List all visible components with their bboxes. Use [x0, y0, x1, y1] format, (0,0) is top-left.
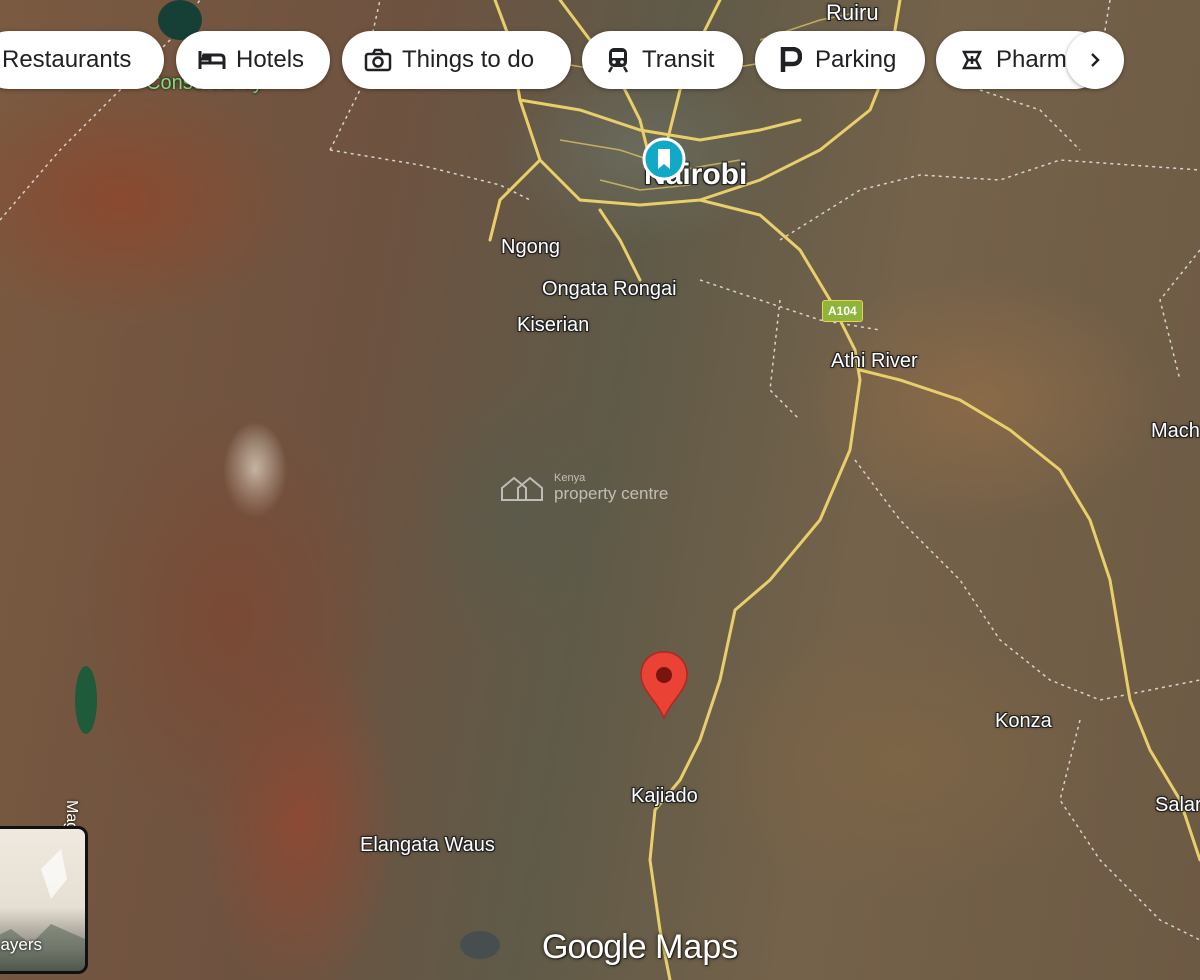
place-label-athi-river: Athi River	[831, 350, 918, 372]
chip-label-pharmacy: Pharm	[996, 46, 1067, 73]
chip-label-restaurants: Restaurants	[2, 46, 132, 73]
map-pin-icon	[640, 651, 688, 721]
chip-label-transit: Transit	[642, 46, 715, 73]
road-shield-a104: A104	[822, 300, 863, 322]
chip-label-hotels: Hotels	[236, 46, 305, 73]
brand-google: Google	[542, 928, 647, 966]
place-label-ruiru: Ruiru	[826, 0, 879, 25]
google-maps-logo: Google Maps	[542, 928, 738, 967]
chip-restaurants[interactable]: Restaurants	[0, 31, 164, 89]
watermark-big: property centre	[554, 484, 669, 503]
chip-things-to-do[interactable]: Things to do	[342, 31, 571, 89]
chevron-right-icon	[1091, 53, 1100, 67]
chip-parking[interactable]: Parking	[755, 31, 925, 89]
house-icon	[501, 476, 543, 501]
chip-label-parking: Parking	[815, 46, 897, 73]
place-label-ongata-rongai: Ongata Rongai	[542, 278, 677, 300]
chips-next-button[interactable]	[1066, 31, 1124, 89]
chip-hotels[interactable]: Hotels	[176, 31, 330, 89]
place-label-kajiado: Kajiado	[631, 785, 698, 807]
train-icon	[604, 46, 632, 74]
location-marker[interactable]	[638, 650, 690, 721]
place-label-kiserian: Kiserian	[517, 314, 590, 336]
chip-transit[interactable]: Transit	[582, 31, 743, 89]
camera-icon	[364, 46, 392, 74]
place-label-elangata-waus: Elangata Waus	[360, 834, 495, 856]
place-label-konza: Konza	[995, 710, 1052, 732]
bookmark-pin-icon	[642, 137, 686, 181]
hotel-bed-icon	[198, 46, 226, 74]
chip-label-things-to-do: Things to do	[402, 46, 535, 73]
place-label-mach: Mach	[1151, 420, 1200, 442]
satellite-map[interactable]: Conservancy Ruiru Nairobi Ngong Ongata R…	[0, 0, 1200, 980]
layers-label: Layers	[0, 935, 43, 954]
layers-button[interactable]: Layers	[0, 826, 88, 974]
pharmacy-icon	[958, 46, 986, 74]
parking-icon	[777, 46, 805, 74]
watermark-small: Kenya	[554, 472, 586, 484]
place-label-ngong: Ngong	[501, 236, 560, 258]
watermark: Kenya property centre	[500, 472, 668, 504]
saved-place-marker[interactable]	[641, 136, 687, 182]
place-label-salar: Salar	[1155, 794, 1200, 816]
brand-maps: Maps	[655, 928, 739, 966]
